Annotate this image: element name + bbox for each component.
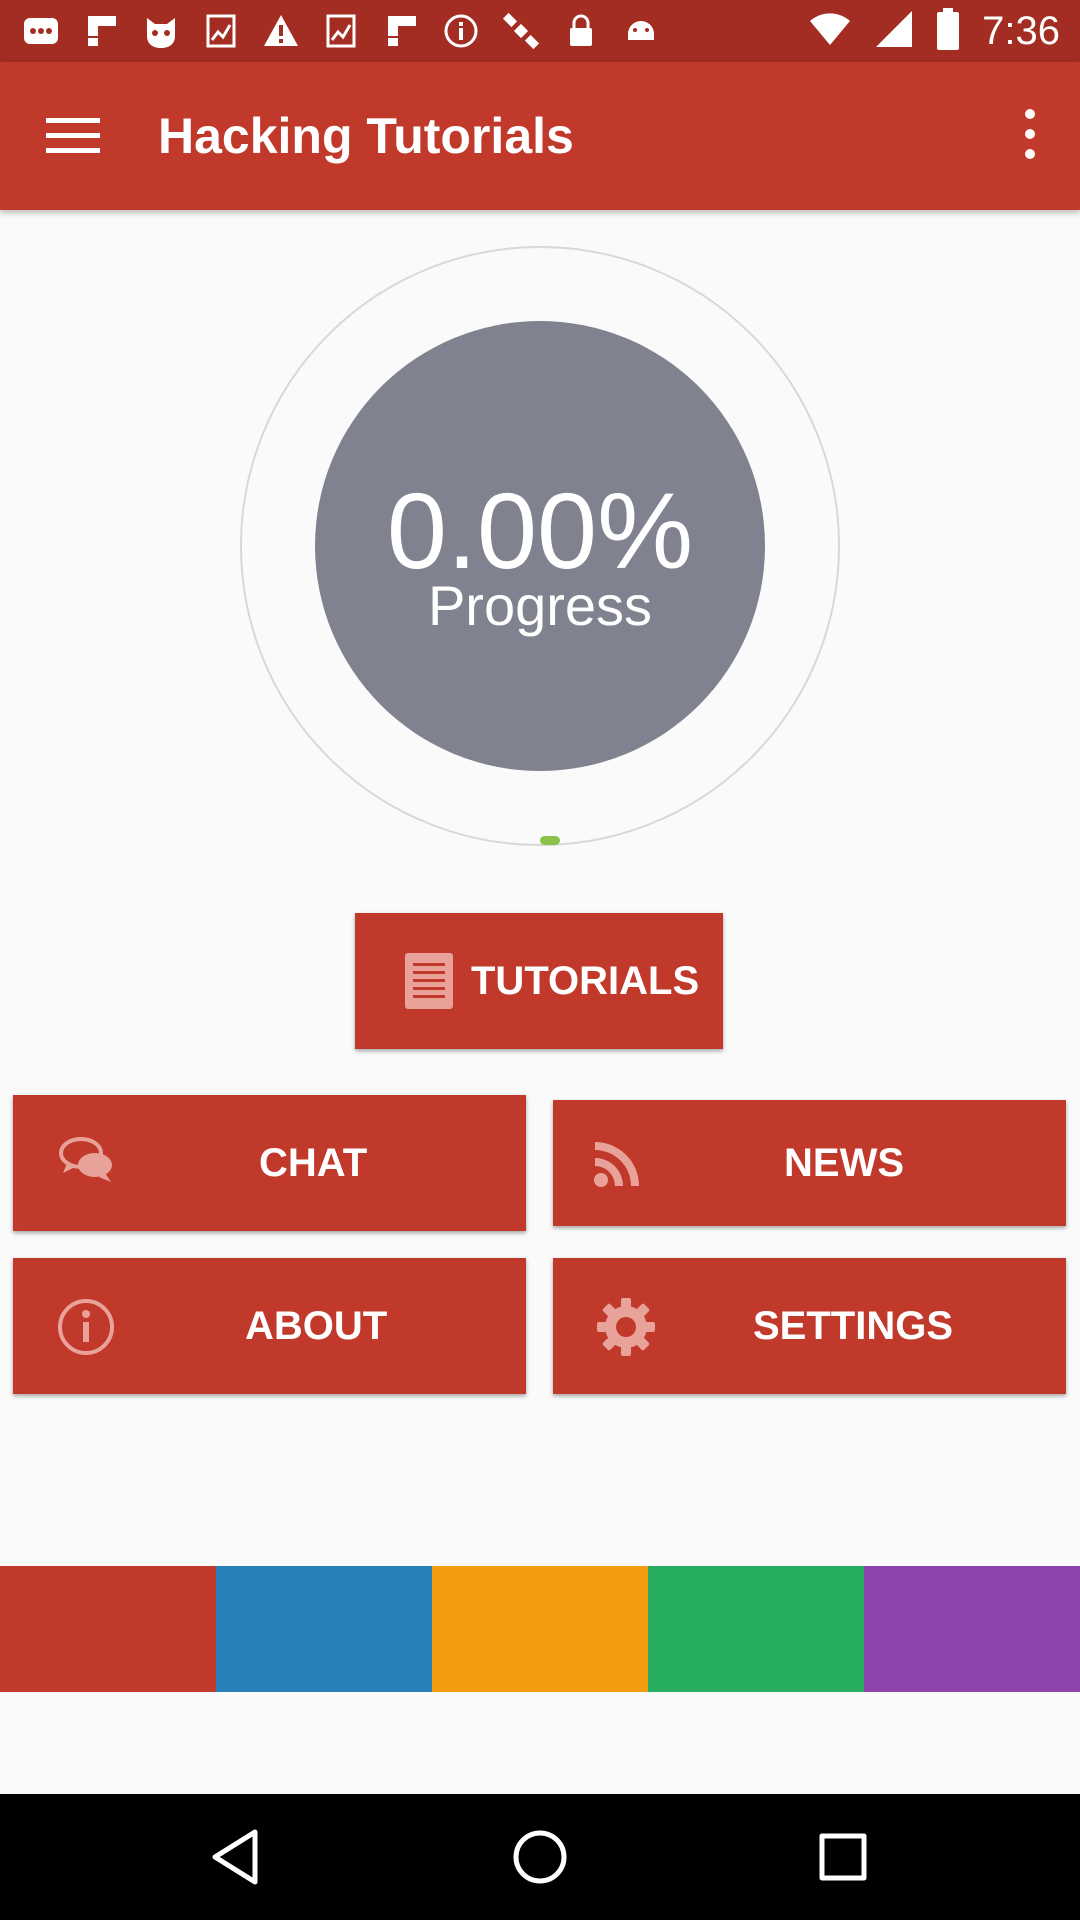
signal-icon (874, 9, 914, 54)
progress-indicator: 0.00% Progress (240, 246, 840, 846)
settings-label: SETTINGS (753, 1304, 954, 1348)
news-label: NEWS (784, 1141, 904, 1185)
hamburger-menu-icon[interactable] (36, 106, 110, 166)
lock-icon (562, 12, 600, 50)
navigation-bar (0, 1794, 1080, 1920)
wifi-icon (808, 9, 852, 54)
settings-button[interactable]: SETTINGS (553, 1258, 1066, 1394)
message-icon (22, 12, 60, 50)
chart-icon (322, 12, 360, 50)
news-button[interactable]: NEWS (553, 1100, 1066, 1226)
flipboard-icon (382, 12, 420, 50)
system-indicators: 7:36 (808, 7, 1060, 55)
app-title: Hacking Tutorials (158, 108, 574, 164)
about-button[interactable]: ABOUT (13, 1258, 526, 1394)
color-stripe-purple (864, 1566, 1080, 1692)
notification-icons (22, 10, 660, 52)
recents-icon[interactable] (810, 1824, 876, 1890)
home-icon[interactable] (507, 1824, 573, 1890)
tutorials-button[interactable]: TUTORIALS (355, 913, 723, 1049)
document-icon (405, 953, 453, 1014)
cat-icon (142, 12, 180, 50)
info-icon (442, 12, 480, 50)
color-stripe-red (0, 1566, 216, 1692)
color-stripe-bar (0, 1566, 1080, 1692)
chart-icon (202, 12, 240, 50)
clock: 7:36 (982, 8, 1060, 53)
chat-icon (59, 1135, 115, 1190)
progress-marker (540, 836, 560, 845)
status-bar: 7:36 (0, 0, 1080, 62)
flipboard-icon (82, 12, 120, 50)
color-stripe-blue (216, 1566, 432, 1692)
about-label: ABOUT (245, 1304, 388, 1348)
gear-icon (597, 1298, 655, 1361)
progress-value: 0.00% (386, 470, 694, 591)
chat-label: CHAT (259, 1141, 368, 1185)
color-stripe-green (648, 1566, 864, 1692)
android-icon (622, 12, 660, 50)
info-icon (57, 1298, 115, 1361)
back-icon[interactable] (203, 1824, 269, 1890)
progress-label: Progress (427, 574, 653, 637)
color-stripe-orange (432, 1566, 648, 1692)
more-vertical-icon[interactable] (1000, 102, 1060, 170)
tutorials-label: TUTORIALS (471, 959, 700, 1003)
satellite-icon (502, 12, 540, 50)
warning-icon (262, 12, 300, 50)
battery-icon (936, 7, 960, 55)
rss-icon (593, 1138, 643, 1193)
chat-button[interactable]: CHAT (13, 1095, 526, 1231)
app-bar: Hacking Tutorials (0, 62, 1080, 210)
